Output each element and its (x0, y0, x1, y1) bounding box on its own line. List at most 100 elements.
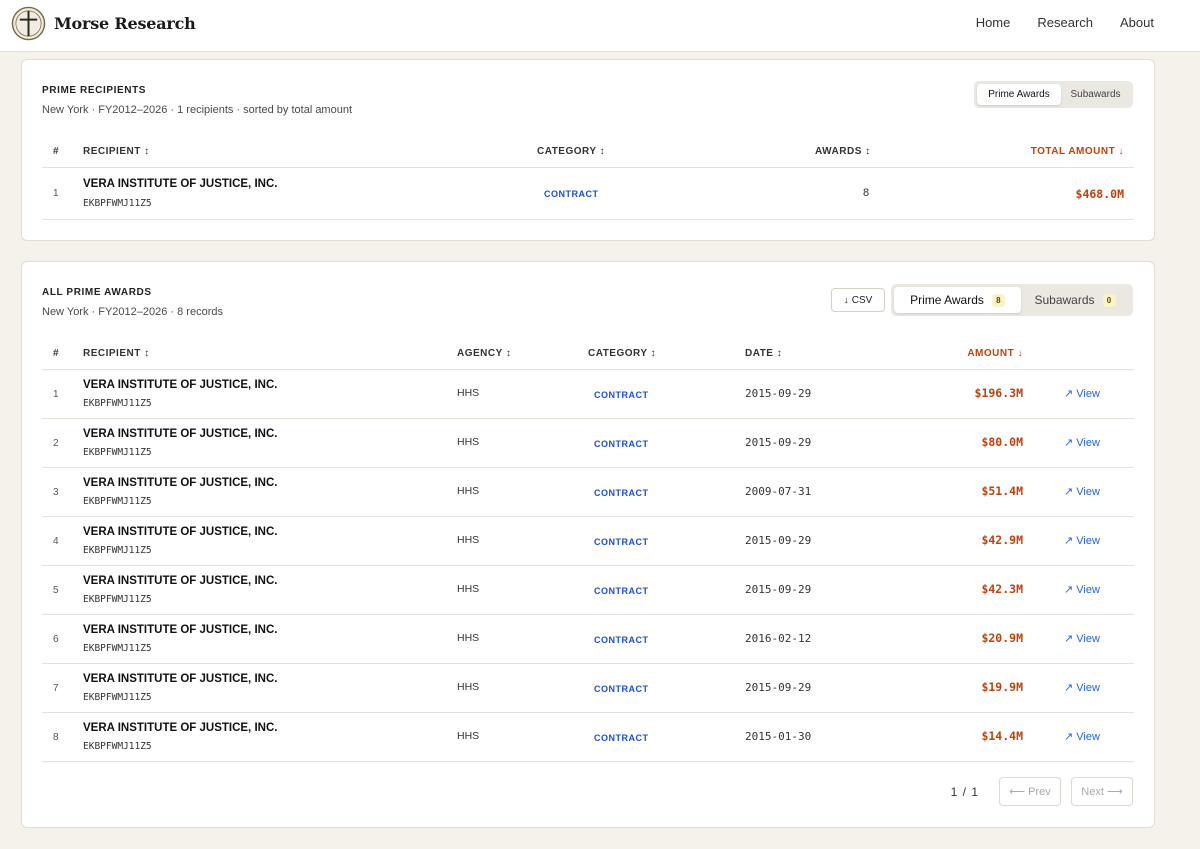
recipient-name[interactable]: VERA INSTITUTE OF JUSTICE, INC. (83, 526, 277, 538)
agency: HHS (457, 681, 480, 693)
tab-label: Prime Awards (910, 293, 984, 307)
award-date: 2015-09-29 (745, 583, 812, 596)
nav-about[interactable]: About (1120, 15, 1154, 30)
table-row[interactable]: 7 VERA INSTITUTE OF JUSTICE, INC. EKBPFWMJ… (42, 664, 1134, 713)
next-page-button[interactable]: Next ⟶ (1071, 777, 1133, 806)
table-body: 1 VERA INSTITUTE OF JUSTICE, INC. EKBPFWMJ… (42, 370, 1134, 762)
agency: HHS (457, 387, 480, 399)
agency: HHS (457, 730, 480, 742)
view-link[interactable]: ↗ View (1064, 534, 1100, 547)
award-date: 2015-09-29 (745, 387, 812, 400)
table-row[interactable]: 2 VERA INSTITUTE OF JUSTICE, INC. EKBPFWMJ… (42, 419, 1134, 468)
col-awards[interactable]: AWARDS ↕ (815, 146, 871, 157)
table-row[interactable]: 4 VERA INSTITUTE OF JUSTICE, INC. EKBPFWMJ… (42, 517, 1134, 566)
table-row[interactable]: 8 VERA INSTITUTE OF JUSTICE, INC. EKBPFWMJ… (42, 713, 1134, 762)
page-info: 1 / 1 (950, 784, 979, 799)
external-link-icon: ↗ (1064, 731, 1077, 743)
count-badge: 0 (1102, 293, 1116, 307)
agency: HHS (457, 485, 480, 497)
recipient-uei: EKBPFWMJ11Z5 (83, 643, 152, 654)
view-link[interactable]: ↗ View (1064, 583, 1100, 596)
recipient-name[interactable]: VERA INSTITUTE OF JUSTICE, INC. (83, 477, 277, 489)
prev-page-button[interactable]: ⟵ Prev (999, 777, 1061, 806)
external-link-icon: ↗ (1064, 437, 1077, 449)
recipient-uei: EKBPFWMJ11Z5 (83, 398, 152, 409)
view-link[interactable]: ↗ View (1064, 681, 1100, 694)
award-amount: $14.4M (981, 729, 1023, 743)
table-row[interactable]: 1 VERA INSTITUTE OF JUSTICE, INC. EKBPFW… (42, 168, 1134, 220)
all-prime-awards-card: ALL PRIME AWARDS New York · FY2012–2026 … (21, 261, 1155, 828)
tab-prime-awards[interactable]: Prime Awards (977, 84, 1061, 105)
recipient-name[interactable]: VERA INSTITUTE OF JUSTICE, INC. (83, 722, 277, 734)
col-total-amount[interactable]: TOTAL AMOUNT ↓ (1031, 146, 1124, 157)
row-number: 1 (53, 389, 59, 400)
col-number: # (53, 348, 60, 359)
category-badge: CONTRACT (594, 684, 649, 694)
top-navbar: Morse Research Home Research About (0, 0, 1200, 52)
section-title: PRIME RECIPIENTS (42, 85, 147, 96)
recipient-name[interactable]: VERA INSTITUTE OF JUSTICE, INC. (83, 379, 277, 391)
col-recipient[interactable]: RECIPIENT ↕ (83, 146, 150, 157)
total-amount: $468.0M (1075, 187, 1124, 201)
section-subtitle: New York · FY2012–2026 · 1 recipients · … (42, 104, 353, 116)
row-number: 3 (53, 487, 59, 498)
table-row[interactable]: 5 VERA INSTITUTE OF JUSTICE, INC. EKBPFWMJ… (42, 566, 1134, 615)
count-badge: 8 (991, 293, 1005, 307)
table-row[interactable]: 1 VERA INSTITUTE OF JUSTICE, INC. EKBPFWMJ… (42, 370, 1134, 419)
recipient-uei: EKBPFWMJ11Z5 (83, 594, 152, 605)
agency: HHS (457, 583, 480, 595)
recipient-uei: EKBPFWMJ11Z5 (83, 496, 152, 507)
external-link-icon: ↗ (1064, 682, 1077, 694)
nav-home[interactable]: Home (976, 15, 1011, 30)
tab-prime-awards[interactable]: Prime Awards 8 (894, 287, 1021, 313)
view-label: View (1076, 486, 1100, 498)
view-label: View (1076, 388, 1100, 400)
recipient-name[interactable]: VERA INSTITUTE OF JUSTICE, INC. (83, 178, 277, 190)
award-date: 2009-07-31 (745, 485, 812, 498)
row-number: 1 (53, 188, 59, 199)
table-row[interactable]: 6 VERA INSTITUTE OF JUSTICE, INC. EKBPFWMJ… (42, 615, 1134, 664)
prime-recipients-card: PRIME RECIPIENTS New York · FY2012–2026 … (21, 59, 1155, 241)
view-link[interactable]: ↗ View (1064, 387, 1100, 400)
main-nav: Home Research About (976, 15, 1154, 30)
view-link[interactable]: ↗ View (1064, 632, 1100, 645)
category-badge: CONTRACT (594, 635, 649, 645)
view-label: View (1076, 682, 1100, 694)
agency: HHS (457, 436, 480, 448)
col-category[interactable]: CATEGORY ↕ (588, 348, 656, 359)
category-badge: CONTRACT (594, 537, 649, 547)
award-amount: $196.3M (974, 386, 1023, 400)
recipient-name[interactable]: VERA INSTITUTE OF JUSTICE, INC. (83, 673, 277, 685)
csv-download-button[interactable]: ↓ CSV (831, 288, 885, 312)
award-date: 2015-09-29 (745, 681, 812, 694)
recipient-name[interactable]: VERA INSTITUTE OF JUSTICE, INC. (83, 575, 277, 587)
external-link-icon: ↗ (1064, 584, 1077, 596)
col-recipient[interactable]: RECIPIENT ↕ (83, 348, 150, 359)
tab-subawards[interactable]: Subawards (1061, 84, 1130, 105)
col-amount[interactable]: AMOUNT ↓ (967, 348, 1023, 359)
award-date: 2015-09-29 (745, 534, 812, 547)
category-badge: CONTRACT (544, 189, 599, 199)
recipient-name[interactable]: VERA INSTITUTE OF JUSTICE, INC. (83, 428, 277, 440)
col-agency[interactable]: AGENCY ↕ (457, 348, 511, 359)
nav-research[interactable]: Research (1037, 15, 1093, 30)
view-link[interactable]: ↗ View (1064, 485, 1100, 498)
category-badge: CONTRACT (594, 488, 649, 498)
brand[interactable]: Morse Research (11, 6, 196, 41)
recipient-name[interactable]: VERA INSTITUTE OF JUSTICE, INC. (83, 624, 277, 636)
table-row[interactable]: 3 VERA INSTITUTE OF JUSTICE, INC. EKBPFWMJ… (42, 468, 1134, 517)
recipient-uei: EKBPFWMJ11Z5 (83, 198, 152, 209)
col-number: # (53, 146, 60, 157)
category-badge: CONTRACT (594, 439, 649, 449)
col-category[interactable]: CATEGORY ↕ (537, 146, 605, 157)
table-header: # RECIPIENT ↕ CATEGORY ↕ AWARDS ↕ TOTAL … (42, 136, 1134, 168)
award-date: 2015-09-29 (745, 436, 812, 449)
col-date[interactable]: DATE ↕ (745, 348, 782, 359)
tab-subawards[interactable]: Subawards 0 (1021, 287, 1129, 313)
view-link[interactable]: ↗ View (1064, 436, 1100, 449)
table-header: # RECIPIENT ↕ AGENCY ↕ CATEGORY ↕ DATE ↕… (42, 338, 1134, 370)
view-link[interactable]: ↗ View (1064, 730, 1100, 743)
view-label: View (1076, 584, 1100, 596)
award-amount: $19.9M (981, 680, 1023, 694)
awards-count: 8 (863, 187, 870, 199)
